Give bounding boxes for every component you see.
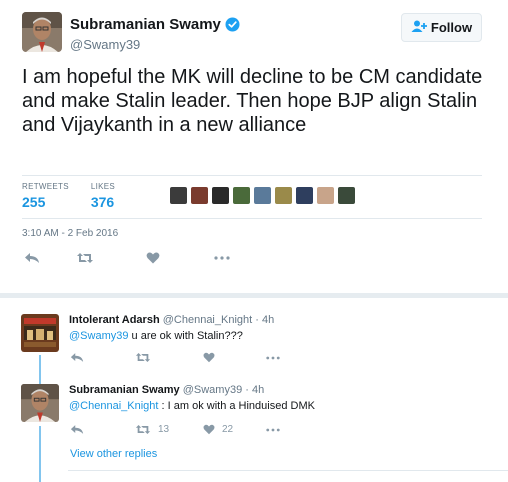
heart-icon	[146, 252, 160, 264]
like-button[interactable]	[146, 252, 214, 264]
liker-avatar[interactable]	[170, 187, 187, 204]
reply-tweet: Intolerant Adarsh @Chennai_Knight · 4h @…	[0, 298, 508, 376]
follow-label: Follow	[430, 20, 473, 35]
more-button[interactable]	[266, 428, 280, 432]
liker-avatar[interactable]	[296, 187, 313, 204]
liker-avatar[interactable]	[317, 187, 334, 204]
reply-actions: 13 22	[70, 424, 280, 435]
reply-author-name[interactable]: Subramanian Swamy	[69, 384, 180, 396]
reply-tweet: Subramanian Swamy @Swamy39 · 4h @Chennai…	[0, 376, 508, 446]
verified-badge-icon	[225, 17, 240, 32]
reply-avatar[interactable]	[21, 314, 59, 352]
more-icon	[266, 356, 280, 360]
retweet-button[interactable]: 13	[135, 424, 203, 435]
more-button[interactable]	[266, 356, 280, 360]
reply-body: : I am ok with a Hinduised DMK	[158, 400, 315, 412]
retweet-icon	[135, 424, 151, 435]
reply-like-count: 22	[222, 424, 234, 435]
heart-icon	[203, 424, 215, 435]
heart-icon	[203, 352, 215, 363]
tweet-text: I am hopeful the MK will decline to be C…	[22, 66, 483, 136]
reply-age[interactable]: 4h	[262, 314, 274, 326]
reply-icon	[70, 424, 84, 435]
retweet-icon	[135, 352, 151, 363]
retweets-stat[interactable]: RETWEETS 255	[22, 182, 69, 210]
reply-text: @Swamy39 u are ok with Stalin???	[69, 330, 243, 342]
divider	[68, 470, 508, 471]
liker-avatar[interactable]	[254, 187, 271, 204]
reply-mention[interactable]: @Swamy39	[69, 330, 128, 342]
tweet-stats: RETWEETS 255 LIKES 376	[22, 182, 115, 210]
retweets-count: 255	[22, 194, 46, 210]
follow-button[interactable]: Follow	[401, 13, 482, 42]
view-other-replies-link[interactable]: View other replies	[70, 448, 157, 460]
likes-count: 376	[90, 194, 115, 210]
liker-avatar[interactable]	[275, 187, 292, 204]
reply-header: Subramanian Swamy @Swamy39 · 4h	[69, 384, 265, 396]
liker-avatar[interactable]	[233, 187, 250, 204]
author-name[interactable]: Subramanian Swamy	[70, 16, 221, 33]
retweets-label: RETWEETS	[22, 182, 69, 191]
main-tweet: Subramanian Swamy @Swamy39 Follow I am h…	[0, 0, 508, 293]
more-button[interactable]	[214, 256, 230, 260]
reply-text: @Chennai_Knight : I am ok with a Hinduis…	[69, 400, 315, 412]
reply-button[interactable]	[70, 424, 135, 435]
reply-avatar[interactable]	[21, 384, 59, 422]
liker-avatar[interactable]	[338, 187, 355, 204]
divider	[22, 175, 482, 176]
reply-age[interactable]: 4h	[252, 384, 264, 396]
tweet-actions	[24, 252, 230, 264]
likes-stat[interactable]: LIKES 376	[91, 182, 115, 210]
tweet-timestamp[interactable]: 3:10 AM - 2 Feb 2016	[22, 228, 118, 239]
reply-body: u are ok with Stalin???	[128, 330, 243, 342]
add-user-icon	[411, 20, 427, 35]
more-icon	[214, 256, 230, 260]
reply-author-handle[interactable]: @Swamy39	[183, 384, 242, 396]
retweet-button[interactable]	[135, 352, 203, 363]
like-button[interactable]: 22	[203, 424, 266, 435]
reply-icon	[24, 252, 40, 264]
reply-button[interactable]	[24, 252, 76, 264]
reply-icon	[70, 352, 84, 363]
author-info: Subramanian Swamy @Swamy39	[70, 16, 240, 52]
retweet-icon	[76, 252, 94, 264]
author-avatar[interactable]	[22, 12, 62, 52]
reply-author-name[interactable]: Intolerant Adarsh	[69, 314, 160, 326]
reply-button[interactable]	[70, 352, 135, 363]
reply-header: Intolerant Adarsh @Chennai_Knight · 4h	[69, 314, 275, 326]
likes-label: LIKES	[90, 182, 116, 191]
retweet-button[interactable]	[76, 252, 146, 264]
liker-avatar[interactable]	[191, 187, 208, 204]
reply-retweet-count: 13	[158, 424, 170, 435]
divider	[22, 218, 482, 219]
more-icon	[266, 428, 280, 432]
reply-author-handle[interactable]: @Chennai_Knight	[163, 314, 252, 326]
like-button[interactable]	[203, 352, 266, 363]
liker-avatars	[170, 187, 355, 204]
reply-actions	[70, 352, 280, 363]
author-handle: @Swamy39	[70, 37, 141, 52]
reply-mention[interactable]: @Chennai_Knight	[69, 400, 158, 412]
liker-avatar[interactable]	[212, 187, 229, 204]
